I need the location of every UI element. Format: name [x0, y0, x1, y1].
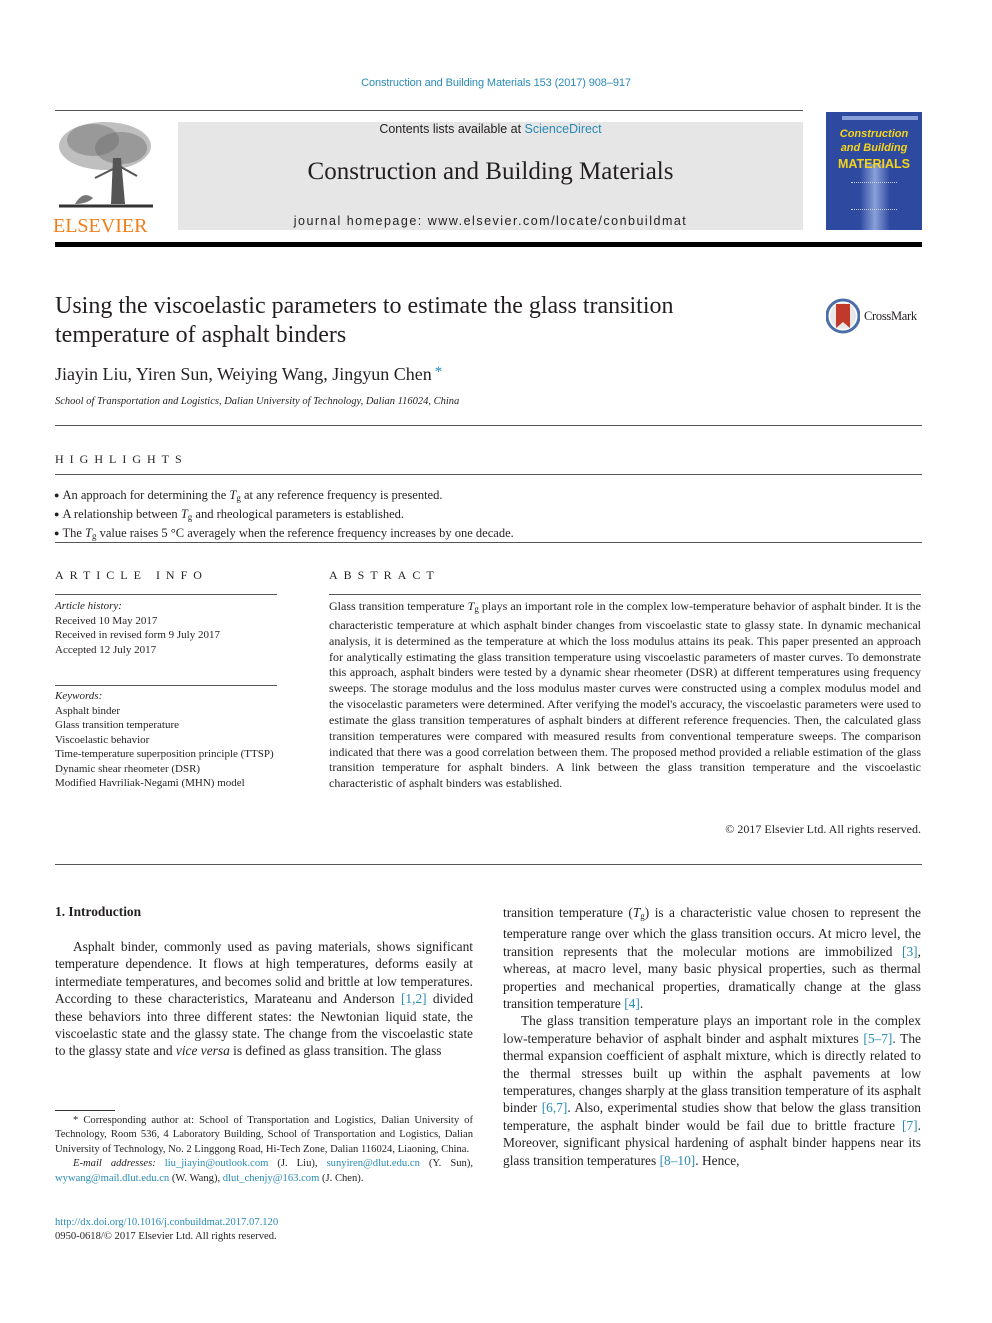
elsevier-tree-icon	[55, 118, 155, 210]
paragraph: The glass transition temperature plays a…	[503, 1013, 921, 1168]
highlights-list: ● An approach for determining the Tg at a…	[54, 487, 514, 544]
journal-name: Construction and Building Materials	[307, 158, 674, 185]
email-link[interactable]: sunyiren@dlut.edu.cn	[327, 1158, 420, 1169]
history-accepted: Accepted 12 July 2017	[55, 643, 157, 656]
journal-masthead: Contents lists available at ScienceDirec…	[178, 122, 803, 230]
keywords-label: Keywords:	[55, 690, 103, 702]
divider	[55, 542, 922, 543]
keyword: Glass transition temperature	[55, 719, 180, 731]
citation-link[interactable]: [1,2]	[401, 991, 427, 1006]
keywords: Keywords: Asphalt binder Glass transitio…	[55, 689, 280, 791]
divider	[55, 594, 277, 595]
email-link[interactable]: dlut_chenjy@163.com	[223, 1173, 320, 1184]
history-received: Received 10 May 2017	[55, 614, 158, 627]
journal-cover-thumbnail[interactable]: Construction and Building MATERIALS	[826, 112, 922, 230]
abstract-heading: ABSTRACT	[329, 568, 440, 582]
keyword: Time-temperature superposition principle…	[55, 748, 274, 760]
citation-link[interactable]: [6,7]	[542, 1100, 568, 1115]
keyword: Dynamic shear rheometer (DSR)	[55, 762, 201, 775]
body-column-right: transition temperature (Tg) is a charact…	[503, 904, 921, 1169]
author-list: Jiayin Liu, Yiren Sun, Weiying Wang, Jin…	[55, 364, 442, 385]
citation-link[interactable]: [7]	[902, 1118, 918, 1133]
elsevier-wordmark: ELSEVIER	[53, 215, 148, 237]
footnote: * Corresponding author at: School of Tra…	[55, 1114, 473, 1186]
divider	[55, 474, 922, 475]
highlight-item: ● A relationship between Tg and rheologic…	[54, 507, 404, 522]
keyword: Viscoelastic behavior	[55, 733, 150, 746]
corresponding-author-mark[interactable]: *	[435, 364, 443, 380]
divider	[55, 425, 922, 426]
doi-link[interactable]: http://dx.doi.org/10.1016/j.conbuildmat.…	[55, 1216, 278, 1230]
article-info-heading: ARTICLE INFO	[55, 568, 208, 582]
header-thick-rule	[55, 242, 922, 247]
paragraph: Asphalt binder, commonly used as paving …	[55, 939, 474, 1059]
crossmark-icon	[825, 298, 861, 334]
email-addresses: E-mail addresses: liu_jiayin@outlook.com…	[55, 1158, 473, 1184]
divider	[55, 685, 277, 686]
email-link[interactable]: liu_jiayin@outlook.com	[165, 1158, 269, 1169]
cover-subtitle-block	[851, 182, 897, 210]
crossmark-button[interactable]: CrossMark	[825, 298, 926, 334]
article-title: Using the viscoelastic parameters to est…	[55, 293, 674, 348]
divider	[329, 594, 921, 595]
email-link[interactable]: wywang@mail.dlut.edu.cn	[55, 1173, 169, 1184]
authors-text[interactable]: Jiayin Liu, Yiren Sun, Weiying Wang, Jin…	[55, 364, 432, 384]
keyword: Asphalt binder	[55, 704, 121, 717]
cover-bar	[842, 116, 918, 120]
citation-link[interactable]: [8–10]	[660, 1153, 696, 1168]
abstract-text: Glass transition temperature Tg plays an…	[329, 599, 921, 791]
corresponding-author-note: * Corresponding author at: School of Tra…	[55, 1115, 473, 1155]
divider	[55, 864, 922, 865]
history-revised: Received in revised form 9 July 2017	[55, 629, 220, 641]
citation-link[interactable]: [5–7]	[863, 1031, 892, 1046]
crossmark-label: CrossMark	[864, 309, 917, 323]
cover-materials: MATERIALS	[838, 157, 910, 171]
doi-block: http://dx.doi.org/10.1016/j.conbuildmat.…	[55, 1216, 278, 1245]
footnote-rule	[55, 1110, 115, 1111]
contents-line: Contents lists available at ScienceDirec…	[178, 122, 803, 136]
affiliation: School of Transportation and Logistics, …	[55, 396, 460, 407]
journal-homepage[interactable]: journal homepage: www.elsevier.com/locat…	[178, 214, 803, 228]
sciencedirect-link[interactable]: ScienceDirect	[525, 122, 602, 136]
cover-title: Construction and Building	[839, 128, 909, 154]
body-column-left: Asphalt binder, commonly used as paving …	[55, 938, 473, 1060]
header-rule	[55, 110, 803, 111]
citation-link[interactable]: [3]	[902, 944, 918, 959]
contents-prefix: Contents lists available at	[379, 122, 525, 136]
keyword: Modified Havriliak-Negami (MHN) model	[55, 777, 245, 789]
history-label: Article history:	[55, 600, 122, 612]
citation-link[interactable]: [4]	[624, 996, 640, 1011]
elsevier-logo: ELSEVIER	[53, 118, 157, 237]
highlights-heading: HIGHLIGHTS	[55, 452, 188, 466]
article-history: Article history: Received 10 May 2017 Re…	[55, 599, 280, 657]
paragraph: transition temperature (Tg) is a charact…	[503, 905, 921, 1012]
issn-copyright: 0950-0618/© 2017 Elsevier Ltd. All right…	[55, 1231, 277, 1243]
highlight-item: ● An approach for determining the Tg at a…	[54, 488, 443, 503]
abstract-copyright: © 2017 Elsevier Ltd. All rights reserved…	[725, 822, 921, 836]
journal-citation-link[interactable]: Construction and Building Materials 153 …	[0, 77, 992, 89]
section-heading-introduction: 1. Introduction	[55, 904, 142, 919]
